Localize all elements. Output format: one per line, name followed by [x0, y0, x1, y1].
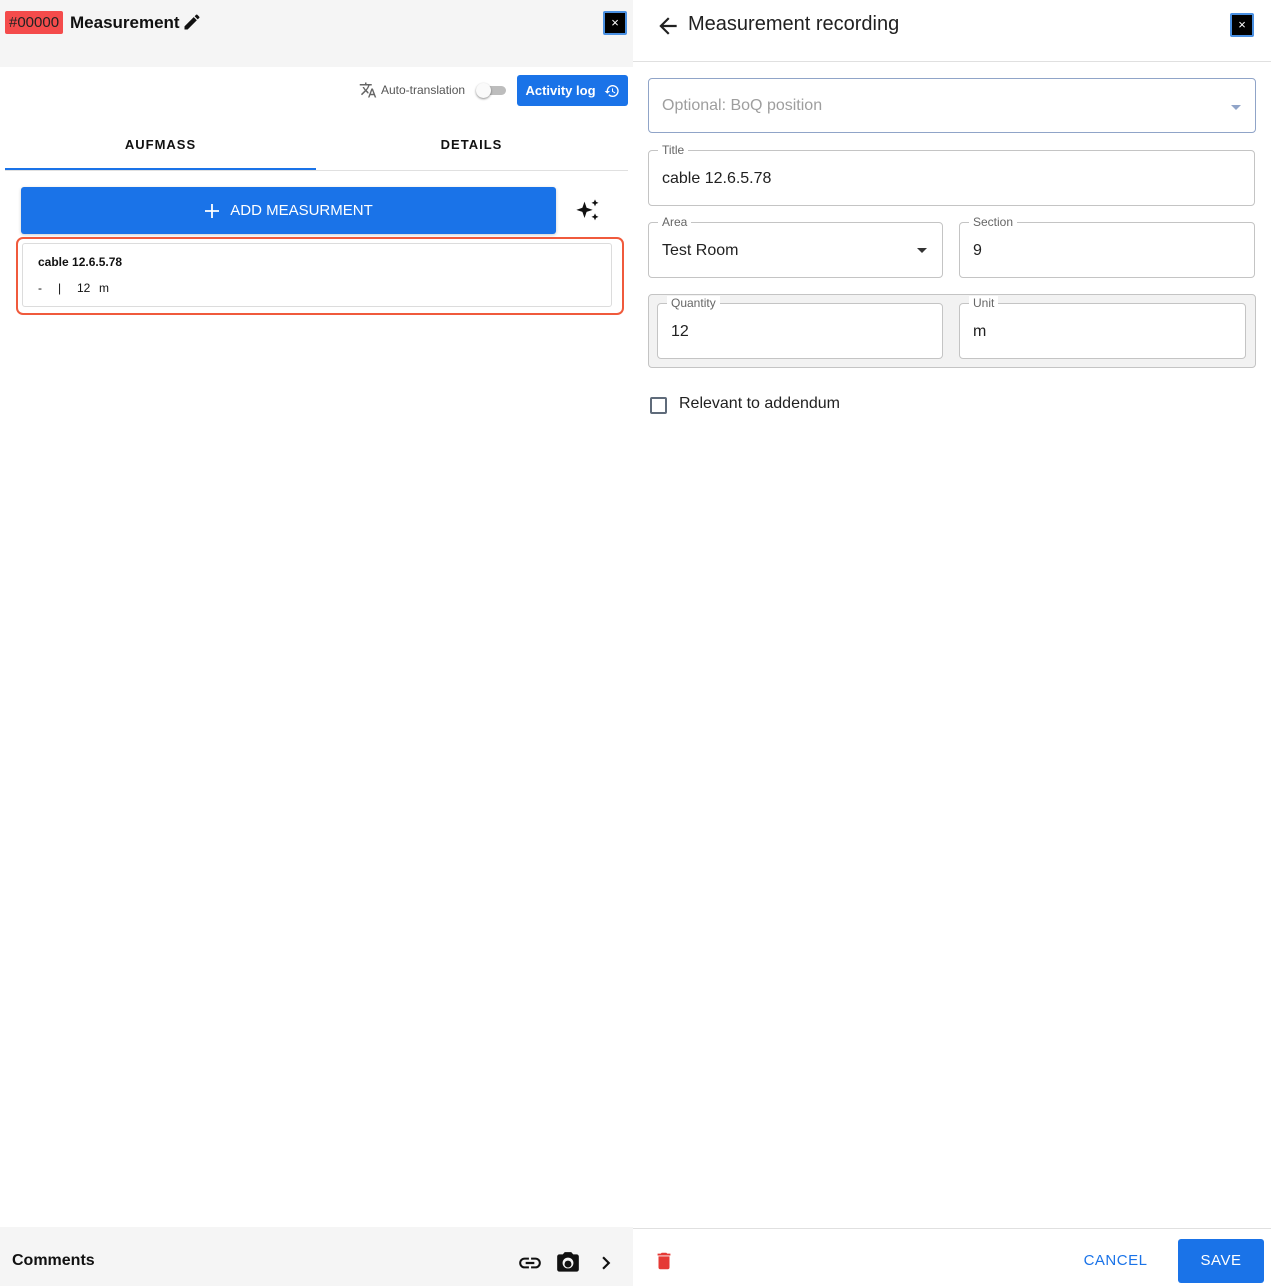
title-field-value: cable 12.6.5.78: [662, 170, 772, 187]
app-root: #00000 Measurement × Auto-translation Ac…: [0, 0, 1271, 1286]
dropdown-caret-icon: [1231, 105, 1241, 110]
history-icon: [604, 84, 619, 97]
add-measurement-label: ADD MEASURMENT: [230, 202, 373, 219]
activity-log-label: Activity log: [525, 83, 596, 98]
auto-translation-label: Auto-translation: [381, 83, 466, 97]
toggle-knob: [476, 83, 491, 98]
area-select-label: Area: [658, 215, 692, 229]
close-recording-button[interactable]: ×: [1230, 13, 1254, 37]
trash-icon[interactable]: [653, 1250, 675, 1272]
area-select[interactable]: Area Test Room: [648, 215, 943, 278]
edit-icon[interactable]: [182, 12, 202, 32]
ticket-id-badge: #00000: [5, 11, 64, 34]
boq-position-select[interactable]: Optional: BoQ position: [648, 78, 1256, 133]
tab-details[interactable]: DETAILS: [316, 121, 627, 170]
quantity-field-value: 12: [671, 323, 689, 340]
arrow-back-icon[interactable]: [655, 13, 681, 39]
link-icon[interactable]: [517, 1250, 543, 1276]
section-field[interactable]: Section 9: [959, 215, 1255, 278]
measurement-item-unit: m: [99, 281, 109, 295]
close-panel-button[interactable]: ×: [603, 11, 627, 35]
quantity-field[interactable]: Quantity 12: [657, 296, 943, 359]
add-measurement-button[interactable]: ADD MEASURMENT: [21, 187, 556, 234]
cancel-button[interactable]: CANCEL: [1073, 1240, 1158, 1282]
quantity-field-label: Quantity: [667, 296, 720, 310]
auto-translation-control: Auto-translation: [359, 80, 465, 100]
section-field-label: Section: [969, 215, 1018, 229]
tab-aufmass[interactable]: AUFMASS: [5, 121, 316, 170]
unit-field-value: m: [973, 323, 987, 340]
recording-footer: [633, 1228, 1271, 1286]
boq-position-placeholder: Optional: BoQ position: [662, 97, 823, 114]
sparkle-icon[interactable]: [574, 197, 602, 225]
translate-icon: [359, 82, 377, 98]
activity-log-button[interactable]: Activity log: [517, 75, 628, 106]
measurement-item-section: -: [38, 281, 42, 295]
unit-field-label: Unit: [969, 296, 999, 310]
comments-label: Comments: [12, 1252, 95, 1269]
save-button[interactable]: SAVE: [1178, 1239, 1264, 1283]
measurement-item-meta: - | 12 m: [38, 281, 109, 295]
measurement-list-item[interactable]: cable 12.6.5.78 - | 12 m: [22, 243, 612, 307]
title-field-label: Title: [658, 143, 689, 157]
panel-title: Measurement: [70, 13, 180, 32]
area-select-value: Test Room: [662, 242, 739, 259]
measurement-item-separator: |: [58, 281, 62, 295]
addendum-label[interactable]: Relevant to addendum: [679, 395, 840, 413]
addendum-checkbox[interactable]: [650, 397, 667, 414]
plus-icon: [205, 203, 220, 218]
tab-bar: AUFMASS DETAILS: [5, 121, 628, 171]
measurement-item-title: cable 12.6.5.78: [38, 255, 123, 269]
measurement-panel: #00000 Measurement × Auto-translation Ac…: [0, 0, 633, 1286]
unit-field[interactable]: Unit m: [959, 296, 1246, 359]
camera-icon[interactable]: [555, 1250, 581, 1276]
close-icon: ×: [1238, 17, 1246, 32]
chevron-right-icon[interactable]: [593, 1250, 619, 1276]
section-field-value: 9: [973, 242, 982, 259]
close-icon: ×: [611, 15, 619, 30]
recording-title: Measurement recording: [688, 13, 900, 35]
title-field[interactable]: Title cable 12.6.5.78: [648, 143, 1255, 206]
dropdown-caret-icon: [917, 248, 927, 253]
auto-translation-toggle[interactable]: [476, 83, 506, 98]
measurement-item-quantity: 12: [77, 281, 91, 295]
measurement-recording-panel: Measurement recording × Optional: BoQ po…: [633, 0, 1271, 1286]
